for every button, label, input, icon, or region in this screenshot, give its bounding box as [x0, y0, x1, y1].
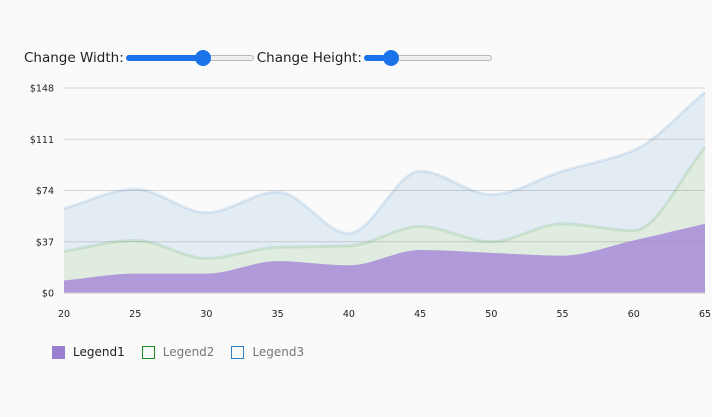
x-tick-label-2: 30: [200, 309, 212, 320]
legend-label-1: Legend1: [73, 345, 125, 359]
y-axis-ticks: $0 $37 $74 $111 $148: [30, 84, 54, 300]
x-axis-ticks: 20 25 30 35 40 45 50 55 60 65: [58, 309, 711, 320]
legend-item-3[interactable]: Legend3: [231, 345, 304, 359]
y-tick-label-4: $148: [30, 84, 54, 95]
legend-label-2: Legend2: [162, 345, 215, 359]
legend: Legend1 Legend2 Legend3: [52, 345, 321, 359]
x-tick-label-9: 65: [699, 309, 711, 320]
legend-swatch-1: [52, 345, 65, 359]
x-tick-label-5: 45: [414, 309, 426, 320]
y-tick-label-1: $37: [36, 237, 54, 248]
x-tick-label-6: 50: [485, 309, 497, 320]
legend-swatch-2: [141, 345, 155, 359]
y-tick-label-3: $111: [30, 135, 54, 146]
x-tick-label-0: 20: [58, 309, 70, 320]
x-tick-label-1: 25: [129, 309, 141, 320]
y-tick-label-0: $0: [42, 289, 54, 300]
x-tick-label-3: 35: [272, 309, 284, 320]
x-tick-label-4: 40: [343, 309, 355, 320]
x-tick-label-7: 55: [557, 309, 569, 320]
legend-item-1[interactable]: Legend1: [52, 345, 125, 359]
legend-label-3: Legend3: [252, 345, 305, 359]
series-areas: [63, 90, 707, 293]
x-tick-label-8: 60: [628, 309, 640, 320]
legend-item-2[interactable]: Legend2: [141, 345, 215, 359]
y-tick-label-2: $74: [36, 186, 54, 197]
legend-swatch-3: [231, 345, 245, 359]
